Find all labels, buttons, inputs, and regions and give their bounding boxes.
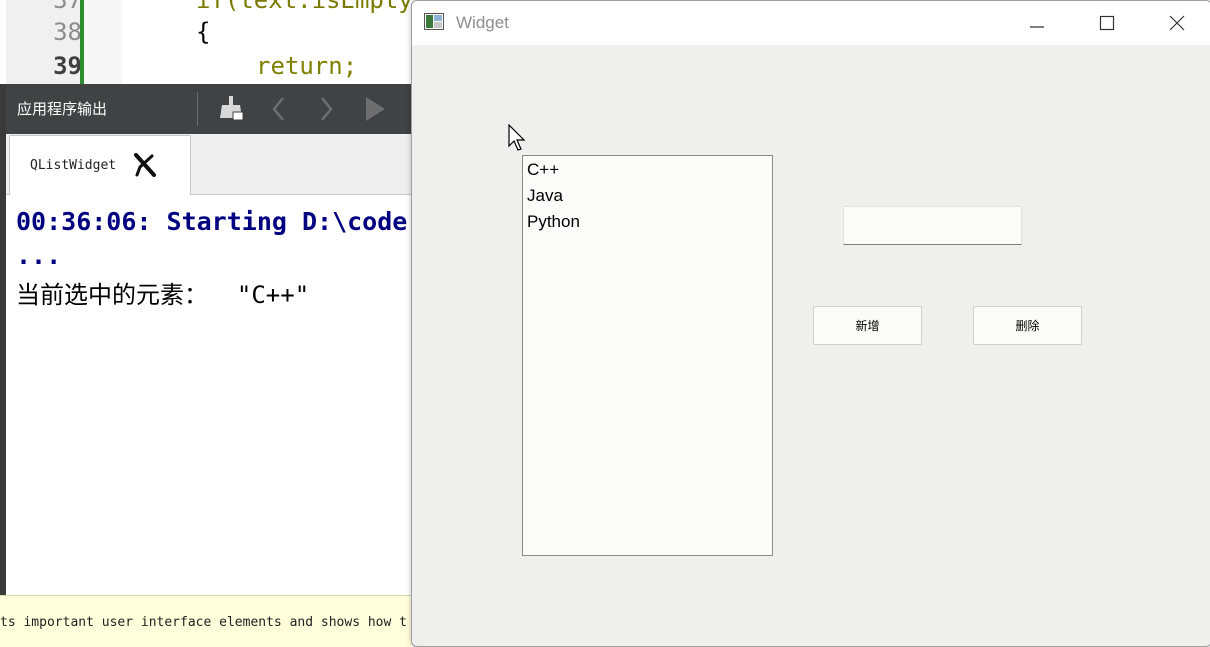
list-item[interactable]: Python — [527, 212, 580, 232]
minimize-button[interactable] — [1002, 1, 1072, 45]
line-number: 37 — [53, 0, 82, 14]
list-item[interactable]: C++ — [527, 160, 559, 180]
window-title: Widget — [456, 13, 509, 32]
list-item[interactable]: Java — [527, 186, 563, 206]
tooltip: ts important user interface elements and… — [0, 595, 412, 647]
tab-label: QListWidget — [30, 158, 117, 173]
add-button[interactable]: 新增 — [813, 306, 922, 345]
application-output-pane[interactable]: 00:36:06: Starting D:\code ... 当前选中的元素： … — [6, 195, 412, 595]
close-button[interactable] — [1142, 1, 1210, 45]
delete-button[interactable]: 删除 — [973, 306, 1082, 345]
window-titlebar[interactable]: Widget — [412, 1, 1210, 45]
tooltip-text: ts important user interface elements and… — [0, 615, 407, 630]
item-text-input[interactable] — [843, 206, 1022, 245]
play-icon[interactable] — [360, 93, 390, 125]
code-editor[interactable]: 37 38 39 if(text.isEmpty()) { return; — [0, 0, 420, 84]
language-list[interactable]: C++ Java Python — [522, 155, 773, 556]
code-line[interactable]: { — [196, 18, 210, 46]
code-fold-margin — [84, 0, 122, 84]
code-line[interactable]: return; — [256, 52, 357, 80]
mouse-cursor-icon — [508, 124, 526, 151]
tab-qlistwidget[interactable]: QListWidget — [9, 135, 191, 195]
maximize-button[interactable] — [1072, 1, 1142, 45]
output-line: 00:36:06: Starting D:\code — [16, 207, 408, 236]
output-toolbar: 应用程序输出 — [6, 84, 412, 134]
widget-window: Widget C++ Java Python 新增 删除 — [411, 0, 1210, 647]
minimize-icon — [1030, 26, 1044, 28]
close-icon[interactable] — [132, 152, 158, 178]
output-panel-title: 应用程序输出 — [17, 100, 108, 118]
output-tab-strip: QListWidget — [6, 134, 412, 195]
line-number-current: 39 — [53, 52, 82, 80]
output-line: ... — [16, 241, 62, 270]
close-icon — [1169, 15, 1185, 31]
qt-widget-app-icon — [424, 13, 444, 30]
chevron-left-icon[interactable] — [264, 93, 294, 125]
broom-clear-icon[interactable] — [216, 93, 246, 125]
chevron-right-icon[interactable] — [311, 93, 341, 125]
code-line[interactable]: if(text.isEmpty()) — [196, 0, 420, 14]
line-number: 38 — [53, 18, 82, 46]
line-number-gutter: 37 38 39 — [6, 0, 84, 84]
maximize-icon — [1099, 15, 1115, 31]
output-line: 当前选中的元素： "C++" — [16, 281, 310, 309]
toolbar-separator — [197, 92, 198, 126]
